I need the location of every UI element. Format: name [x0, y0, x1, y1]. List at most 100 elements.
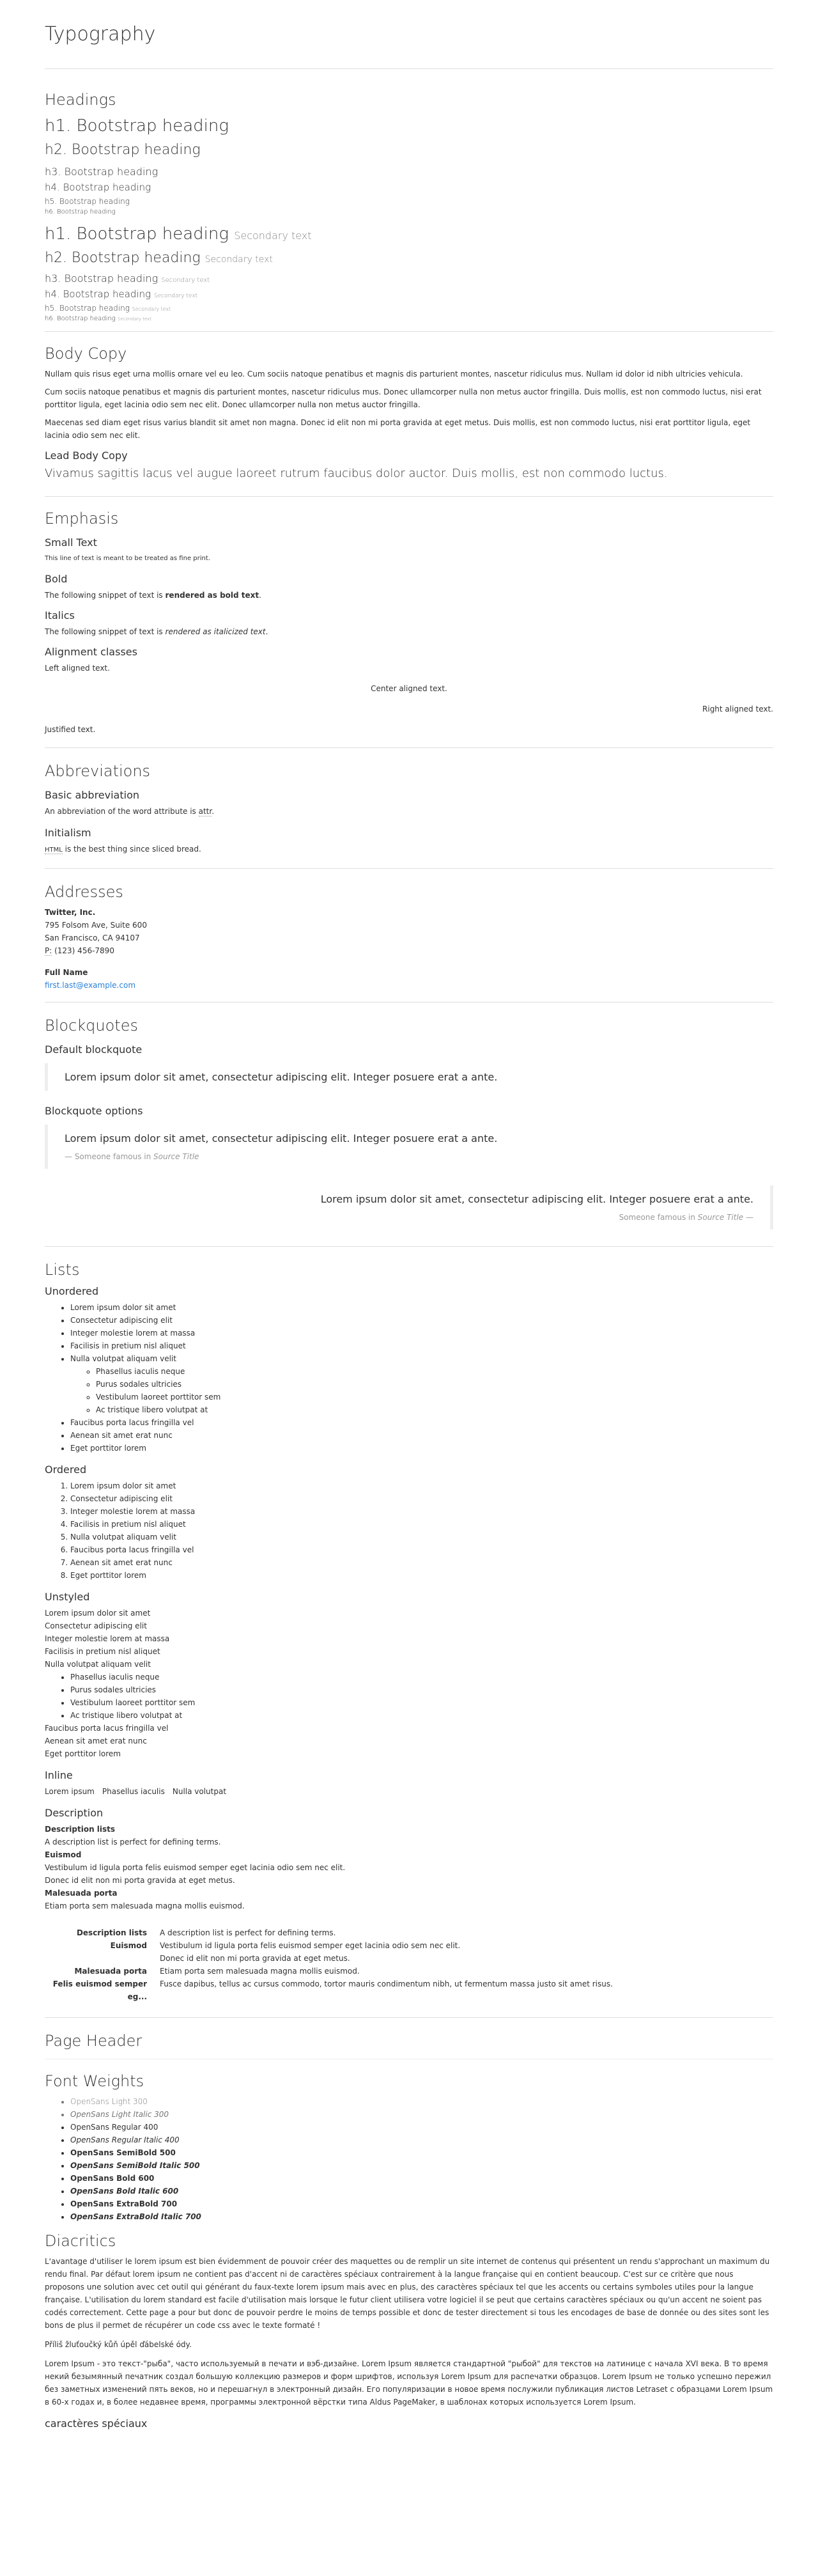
center-aligned-text: Center aligned text.	[371, 684, 447, 693]
description-title: Description	[45, 1807, 104, 1819]
description-term: Malesuada porta	[74, 1967, 147, 1976]
list-item: Phasellus iaculis	[102, 1787, 165, 1796]
body-paragraph: Nullam quis risus eget urna mollis ornar…	[45, 370, 743, 379]
basic-abbreviation-title: Basic abbreviation	[45, 789, 139, 801]
description-term: Malesuada porta	[45, 1889, 118, 1898]
list-item: Lorem ipsum dolor sit amet	[45, 1609, 151, 1618]
list-item: Consectetur adipiscing elit	[45, 1621, 147, 1630]
description-list: Description lists A description list is …	[45, 1823, 773, 1912]
description-detail: Fusce dapibus, tellus ac cursus commodo,…	[160, 1979, 613, 1988]
page-header-title: Page Header	[45, 2032, 143, 2050]
list-item: Lorem ipsum dolor sit amet	[70, 1301, 773, 1314]
description-term: Description lists	[45, 1825, 116, 1834]
list-item: OpenSans Regular 400	[70, 2121, 773, 2134]
ordered-title: Ordered	[45, 1464, 87, 1476]
description-term: Euismod	[110, 1941, 147, 1950]
bold-paragraph: The following snippet of text is rendere…	[45, 591, 261, 600]
list-item: Lorem ipsum	[45, 1787, 95, 1796]
page-header-section: Page Header	[45, 2018, 773, 2059]
list-item: Vestibulum laoreet porttitor sem	[96, 1391, 773, 1403]
list-item: Aenean sit amet erat nunc	[45, 1737, 147, 1745]
page-title: Typography	[45, 23, 156, 45]
description-detail: Donec id elit non mi porta gravida at eg…	[160, 1954, 350, 1963]
address-phone: P: (123) 456-7890	[45, 946, 114, 956]
list-item: Integer molestie lorem at massa	[70, 1505, 773, 1518]
address-email: first.last@example.com	[45, 979, 773, 992]
italics-paragraph: The following snippet of text is rendere…	[45, 627, 268, 636]
h6-heading: h6. Bootstrap heading	[45, 208, 116, 215]
list-item: Facilisis in pretium nisl aliquet	[45, 1647, 160, 1656]
list-item: OpenSans ExtraBold Italic 700	[70, 2210, 773, 2223]
left-aligned-text: Left aligned text.	[45, 664, 110, 673]
body-paragraph: Maecenas sed diam eget risus varius blan…	[45, 418, 751, 440]
diacritics-czech: Příliš žluťoučký kůň úpěl ďábelské ódy.	[45, 2340, 192, 2349]
unstyled-list: Lorem ipsum dolor sit amet Consectetur a…	[45, 1607, 773, 1760]
emphasis-section: Emphasis Small Text This line of text is…	[45, 497, 773, 736]
right-aligned-text: Right aligned text.	[702, 705, 773, 714]
blockquote-with-source: Lorem ipsum dolor sit amet, consectetur …	[45, 1125, 773, 1169]
address-name: Full Name	[45, 968, 88, 977]
list-item: Phasellus iaculis neque	[70, 1671, 773, 1683]
h2-secondary: h2. Bootstrap heading Secondary text	[45, 250, 273, 266]
blockquote-reverse: Lorem ipsum dolor sit amet, consectetur …	[45, 1185, 773, 1229]
list-item: Eget porttitor lorem	[70, 1442, 773, 1455]
list-item: Vestibulum laoreet porttitor sem	[70, 1696, 773, 1709]
justified-text: Justified text.	[45, 725, 96, 734]
emphasis-title: Emphasis	[45, 510, 119, 527]
h5-secondary: h5. Bootstrap heading Secondary text	[45, 304, 171, 313]
lead-paragraph: Vivamus sagittis lacus vel augue laoreet…	[45, 467, 668, 480]
addresses-title: Addresses	[45, 883, 123, 901]
font-weights-section: Font Weights OpenSans Light 300 OpenSans…	[45, 2059, 773, 2223]
h4-secondary: h4. Bootstrap heading Secondary text	[45, 288, 198, 300]
addresses-section: Addresses Twitter, Inc. 795 Folsom Ave, …	[45, 869, 773, 992]
list-item: Aenean sit amet erat nunc	[70, 1429, 773, 1442]
abbreviations-title: Abbreviations	[45, 762, 151, 780]
list-item: Integer molestie lorem at massa	[45, 1634, 170, 1643]
email-link[interactable]: first.last@example.com	[45, 981, 135, 990]
list-item: OpenSans Light 300	[70, 2095, 773, 2108]
headings-title: Headings	[45, 91, 116, 109]
description-detail: Vestibulum id ligula porta felis euismod…	[45, 1863, 346, 1872]
small-text: This line of text is meant to be treated…	[45, 555, 210, 562]
diacritics-title: Diacritics	[45, 2232, 116, 2250]
list-item: Purus sodales ultricies	[70, 1683, 773, 1696]
list-item: Integer molestie lorem at massa	[70, 1327, 773, 1339]
description-detail: A description list is perfect for defini…	[45, 1838, 221, 1846]
special-characters-title: caractères spéciaux	[45, 2417, 148, 2430]
list-item: Lorem ipsum dolor sit amet	[70, 1479, 773, 1492]
blockquote-footer: Someone famous in Source Title —	[619, 1213, 753, 1222]
list-item: Ac tristique libero volutpat at	[96, 1403, 773, 1416]
inline-title: Inline	[45, 1769, 73, 1781]
basic-abbreviation-text: An abbreviation of the word attribute is…	[45, 807, 215, 816]
list-item: Nulla volutpat aliquam velit	[70, 1531, 773, 1543]
diacritics-russian: Lorem Ipsum - это текст-"рыба", часто ис…	[45, 2359, 773, 2407]
initialism-text: HTML is the best thing since sliced brea…	[45, 845, 201, 854]
list-item: Faucibus porta lacus fringilla vel	[70, 1416, 773, 1429]
ordered-list: Lorem ipsum dolor sit amet Consectetur a…	[45, 1479, 773, 1582]
list-item: Nulla volutpat	[172, 1787, 227, 1796]
small-text-title: Small Text	[45, 536, 97, 549]
nested-list: Phasellus iaculis neque Purus sodales ul…	[70, 1365, 773, 1416]
list-item: Faucibus porta lacus fringilla vel	[70, 1543, 773, 1556]
horizontal-description-list: Description lists A description list is …	[45, 1926, 773, 2003]
list-item: OpenSans Regular Italic 400	[70, 2134, 773, 2146]
h4-heading: h4. Bootstrap heading	[45, 182, 151, 193]
unstyled-title: Unstyled	[45, 1591, 90, 1603]
list-item: OpenSans Bold 600	[70, 2172, 773, 2185]
diacritics-section: Diacritics L'avantage d'utiliser le lore…	[45, 2223, 773, 2430]
h1-secondary: h1. Bootstrap heading Secondary text	[45, 224, 312, 244]
list-item: Faucibus porta lacus fringilla vel	[45, 1724, 169, 1733]
nested-list: Phasellus iaculis neque Purus sodales ul…	[45, 1671, 773, 1722]
font-weights-list: OpenSans Light 300 OpenSans Light Italic…	[45, 2095, 773, 2223]
description-term-empty	[45, 1952, 147, 1965]
body-paragraph: Cum sociis natoque penatibus et magnis d…	[45, 387, 762, 409]
font-weights-title: Font Weights	[45, 2072, 144, 2090]
diacritics-french: L'avantage d'utiliser le lorem ipsum est…	[45, 2257, 770, 2330]
headings-section: Headings h1. Bootstrap heading h2. Boots…	[45, 69, 773, 322]
h5-heading: h5. Bootstrap heading	[45, 197, 130, 206]
bold-title: Bold	[45, 573, 68, 585]
list-item: Ac tristique libero volutpat at	[70, 1709, 773, 1722]
h2-heading: h2. Bootstrap heading	[45, 142, 201, 158]
address-company: Twitter, Inc.	[45, 908, 96, 917]
h1-heading: h1. Bootstrap heading	[45, 116, 229, 136]
